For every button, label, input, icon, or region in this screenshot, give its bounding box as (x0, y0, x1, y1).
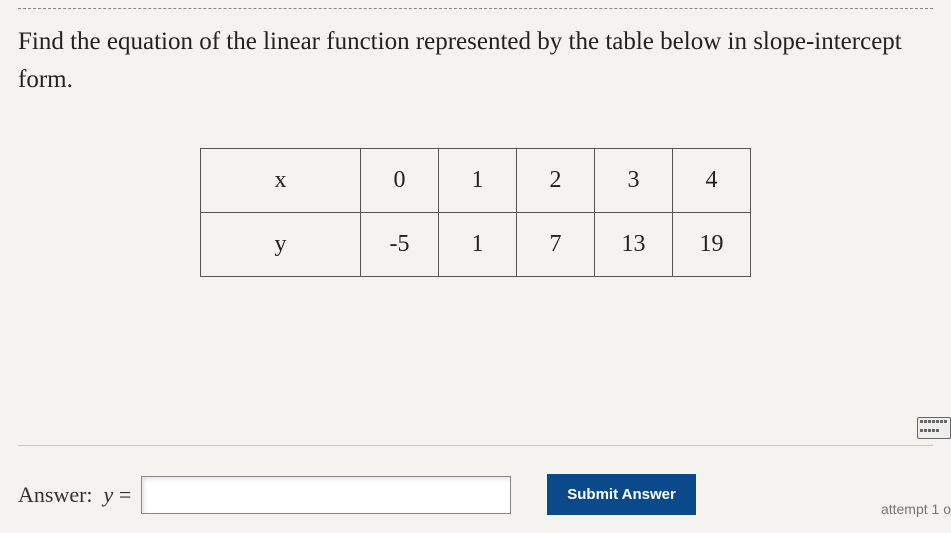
row-label-x: x (201, 149, 361, 213)
cell-y-0: -5 (361, 213, 439, 277)
cell-y-2: 7 (517, 213, 595, 277)
table-row: y -5 1 7 13 19 (201, 213, 751, 277)
answer-area: Answer: y = Submit Answer attempt 1 o (0, 445, 951, 515)
cell-x-2: 2 (517, 149, 595, 213)
cell-x-4: 4 (673, 149, 751, 213)
answer-variable: y (104, 482, 114, 507)
cell-y-3: 13 (595, 213, 673, 277)
submit-answer-button[interactable]: Submit Answer (547, 474, 696, 515)
answer-divider (18, 445, 933, 446)
xy-table: x 0 1 2 3 4 y -5 1 7 13 19 (200, 148, 751, 277)
cell-x-3: 3 (595, 149, 673, 213)
answer-input[interactable] (141, 476, 511, 514)
question-prompt: Find the equation of the linear function… (0, 9, 951, 108)
equals-sign: = (119, 482, 131, 507)
table-row: x 0 1 2 3 4 (201, 149, 751, 213)
cell-y-1: 1 (439, 213, 517, 277)
answer-label: Answer: y = (18, 482, 131, 508)
cell-x-1: 1 (439, 149, 517, 213)
cell-y-4: 19 (673, 213, 751, 277)
answer-prefix: Answer: (18, 482, 93, 507)
keyboard-icon[interactable] (917, 417, 951, 439)
data-table-container: x 0 1 2 3 4 y -5 1 7 13 19 (0, 148, 951, 277)
row-label-y: y (201, 213, 361, 277)
cell-x-0: 0 (361, 149, 439, 213)
attempt-counter: attempt 1 o (881, 501, 951, 517)
answer-row: Answer: y = Submit Answer (18, 474, 933, 515)
